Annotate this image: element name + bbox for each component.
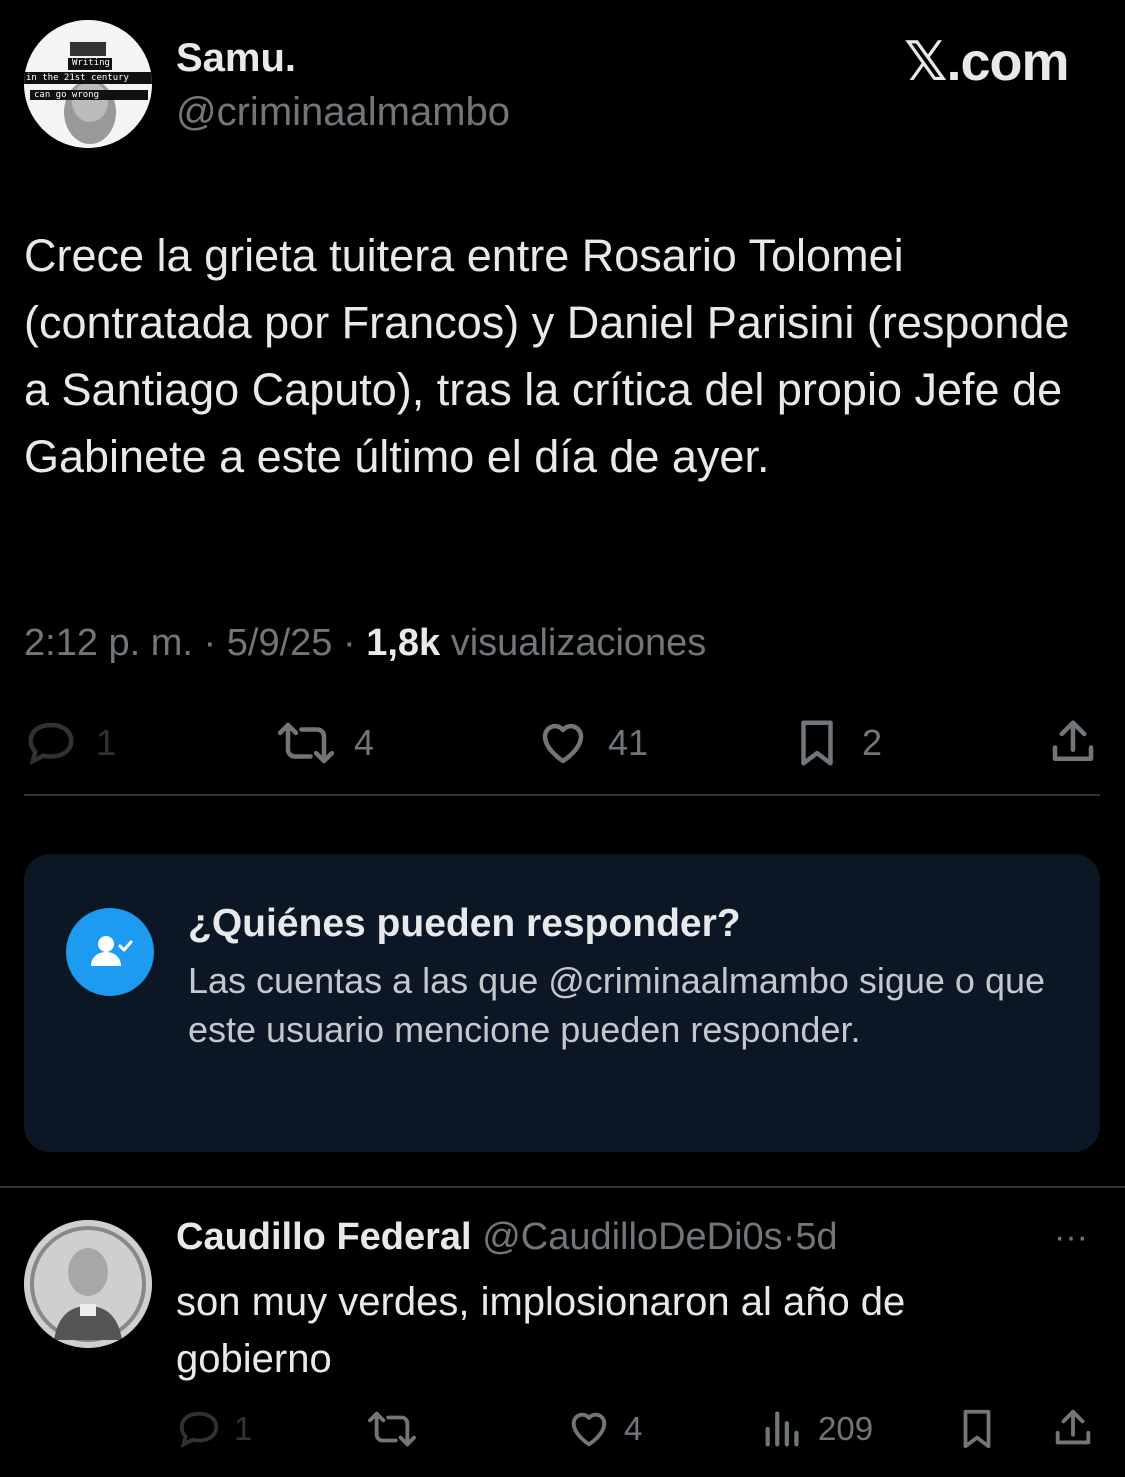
reply-restriction-badge [66,908,154,996]
heart-icon [542,723,584,764]
reply-repost-button[interactable] [366,1406,418,1452]
reply-author-handle[interactable]: @CaudilloDeDi0s [482,1216,782,1258]
tweet-meta: 2:12 p. m. · 5/9/25 · 1,8k visualizacion… [24,622,706,665]
share-button[interactable] [1046,716,1100,770]
reply-count: 1 [96,722,117,763]
reply-more-button[interactable]: ··· [1054,1218,1088,1257]
author-avatar[interactable]: Writing in the 21st century can go wrong [24,20,152,148]
repost-count: 4 [354,722,375,763]
reply-avatar[interactable] [24,1220,152,1348]
divider [0,1186,1125,1188]
reply-avatar-image [24,1220,152,1348]
reply-reply-count: 1 [234,1410,253,1447]
reply-like-count: 4 [624,1410,643,1447]
share-icon [1052,720,1094,761]
bookmark-icon [801,720,833,766]
author-name[interactable]: Samu. [176,36,296,81]
user-check-icon [91,936,133,966]
like-button[interactable]: 41 [536,716,648,770]
bookmark-count: 2 [862,722,883,763]
heart-icon [571,1412,607,1447]
views-label: visualizaciones [450,622,707,664]
tweet-text: Crece la grieta tuitera entre Rosario To… [24,230,1070,482]
reply-icon [28,722,74,766]
views-icon [765,1411,799,1447]
reply-restriction-title: ¿Quiénes pueden responder? [188,902,741,945]
reply-button[interactable]: 1 [24,716,116,770]
reply-share-button[interactable] [1050,1406,1096,1452]
reply-header: Caudillo Federal @CaudilloDeDi0s·5d [176,1216,838,1259]
reply-separator: · [782,1216,796,1258]
divider [24,794,1100,796]
avatar-caption-3: can go wrong [34,90,100,100]
reply-age[interactable]: 5d [795,1216,837,1258]
like-count: 41 [608,722,649,763]
share-icon [1055,1409,1091,1445]
meta-separator: · [342,622,356,664]
repost-icon [368,1411,416,1447]
avatar-caption-1: Writing [72,58,110,68]
bookmark-button[interactable]: 2 [790,716,882,770]
x-logo: 𝕏.com [904,32,1070,92]
repost-button[interactable]: 4 [276,716,374,770]
repost-icon [277,722,335,764]
reply-author-name[interactable]: Caudillo Federal [176,1216,472,1258]
avatar-image [24,20,152,148]
reply-views-count: 209 [818,1410,874,1447]
tweet-time[interactable]: 2:12 p. m. [24,622,193,664]
reply-bookmark-button[interactable] [954,1406,1000,1452]
author-handle[interactable]: @criminaalmambo [176,90,510,135]
reply-restriction-text: Las cuentas a las que @criminaalmambo si… [188,960,1046,1050]
avatar-caption-2: in the 21st century [26,73,129,83]
views-count: 1,8k [366,622,441,664]
reply-reply-button[interactable]: 1 [176,1406,252,1452]
reply-text: son muy verdes, implosionaron al año de … [176,1280,906,1381]
reply-like-button[interactable]: 4 [566,1406,642,1452]
reply-views-button[interactable]: 209 [760,1406,873,1452]
bookmark-icon [963,1409,991,1449]
reply-icon [179,1411,219,1448]
meta-separator: · [203,622,217,664]
tweet-date[interactable]: 5/9/25 [227,622,333,664]
reply-restriction-box: ¿Quiénes pueden responder? Las cuentas a… [24,854,1100,1152]
